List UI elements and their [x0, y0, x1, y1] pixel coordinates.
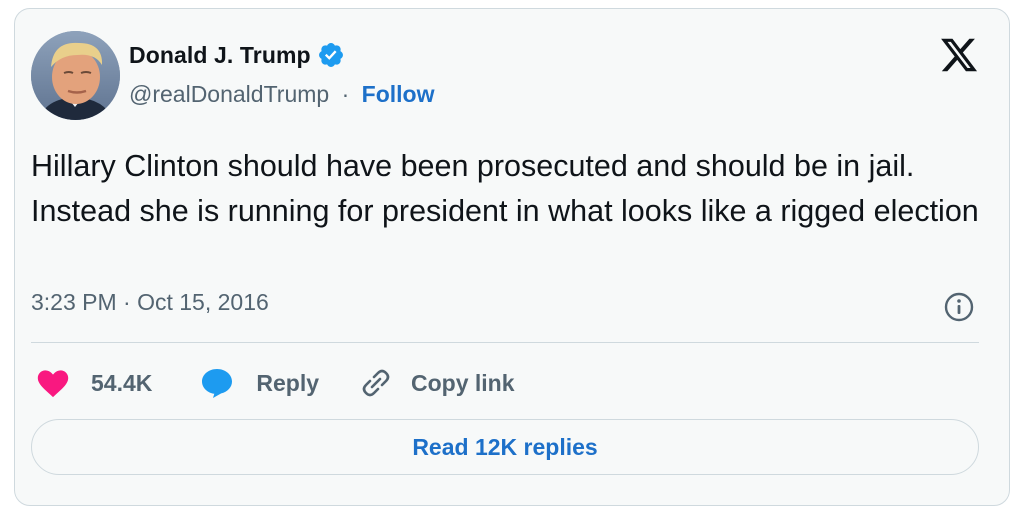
tweet-text: Hillary Clinton should have been prosecu…	[31, 149, 979, 228]
tweet-timestamp[interactable]: 3:23 PM · Oct 15, 2016	[31, 289, 269, 316]
reply-button[interactable]: Reply	[200, 367, 319, 399]
like-count: 54.4K	[91, 369, 153, 396]
copy-link-button[interactable]: Copy link	[359, 366, 515, 400]
follow-button[interactable]: Follow	[362, 81, 435, 107]
author-handle[interactable]: @realDonaldTrump	[129, 81, 329, 107]
author-name-row: Donald J. Trump	[129, 41, 345, 69]
handle-separator: ·	[341, 81, 350, 107]
like-button[interactable]: 54.4K	[37, 368, 152, 398]
author-handle-row: @realDonaldTrump · Follow	[129, 81, 434, 108]
action-bar: 54.4K Reply Copy link	[37, 363, 515, 403]
divider	[31, 342, 979, 343]
avatar-image	[31, 31, 120, 120]
avatar[interactable]	[31, 31, 120, 120]
info-icon[interactable]	[943, 291, 975, 323]
copy-link-label: Copy link	[411, 369, 515, 396]
speech-bubble-icon	[202, 369, 233, 398]
read-replies-button[interactable]: Read 12K replies	[31, 419, 979, 475]
x-logo-icon[interactable]	[939, 35, 979, 75]
verified-badge-icon	[317, 41, 345, 69]
heart-icon	[37, 370, 69, 398]
reply-label: Reply	[256, 369, 320, 396]
author-display-name[interactable]: Donald J. Trump	[129, 42, 311, 69]
link-icon	[362, 369, 390, 397]
tweet-embed-card: Donald J. Trump @realDonaldTrump · Follo…	[14, 8, 1010, 506]
